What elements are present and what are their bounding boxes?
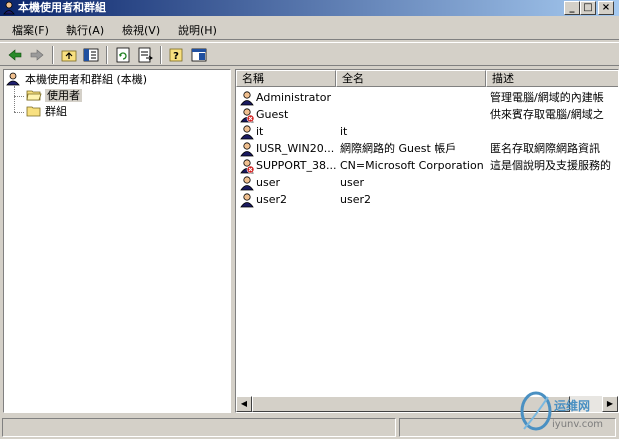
cell-description: 這是個說明及支援服務的 <box>490 159 611 172</box>
disabled-user-icon <box>239 107 255 123</box>
column-header-name[interactable]: 名稱 <box>236 70 336 87</box>
watermark-line2: iyunv.com <box>552 419 604 430</box>
tree-item-groups[interactable]: 群組 <box>26 104 67 120</box>
column-header-fullname[interactable]: 全名 <box>336 70 486 87</box>
tree-item-label: 群組 <box>45 105 67 118</box>
table-row[interactable]: Administrator 管理電腦/網域的內建帳 <box>236 89 618 106</box>
close-button[interactable]: × <box>598 1 614 15</box>
scroll-left-button[interactable]: ◀ <box>236 396 252 412</box>
details-list[interactable]: 名稱 全名 描述 Administrator 管理電腦/網域的內建帳 Guest 供來… <box>235 69 619 413</box>
disabled-user-icon <box>239 158 255 174</box>
cell-name: IUSR_WIN20... <box>256 142 335 155</box>
toolbar-separator <box>160 46 162 64</box>
cell-name: SUPPORT_38... <box>256 159 336 172</box>
users-app-icon <box>2 1 16 15</box>
toolbar: ? <box>0 42 619 66</box>
user-icon <box>239 90 255 106</box>
cell-fullname: user <box>340 176 364 189</box>
table-row[interactable]: it it <box>236 123 618 140</box>
table-row[interactable]: user user <box>236 174 618 191</box>
cell-name: Guest <box>256 108 289 121</box>
maximize-button[interactable]: □ <box>580 1 596 15</box>
site-watermark: 运维网 iyunv.com <box>514 389 619 439</box>
tree-connector <box>14 86 15 112</box>
folder-icon <box>26 104 42 118</box>
back-arrow-icon[interactable] <box>6 46 24 64</box>
user-icon <box>239 141 255 157</box>
menu-file[interactable]: 檔案(F) <box>12 22 49 38</box>
menu-view[interactable]: 檢視(V) <box>122 22 160 38</box>
table-row[interactable]: SUPPORT_38... CN=Microsoft Corporation...… <box>236 157 618 174</box>
minimize-button[interactable]: _ <box>564 1 580 15</box>
tree-root-label: 本機使用者和群組 (本機) <box>25 73 148 86</box>
table-row[interactable]: IUSR_WIN20... 網際網路的 Guest 帳戶 匿名存取網際網路資訊 <box>236 140 618 157</box>
console-tree[interactable]: 本機使用者和群組 (本機) 使用者 群組 <box>3 69 231 413</box>
tree-item-label: 使用者 <box>45 89 82 102</box>
cell-name: user <box>256 176 280 189</box>
svg-text:?: ? <box>173 51 179 62</box>
user-icon <box>239 124 255 140</box>
user-icon <box>239 175 255 191</box>
tree-connector <box>14 112 24 113</box>
cell-fullname: 網際網路的 Guest 帳戶 <box>340 142 457 155</box>
tree-connector <box>14 96 24 97</box>
forward-arrow-icon[interactable] <box>28 46 46 64</box>
status-cell-main <box>2 418 396 437</box>
cell-description: 匿名存取網際網路資訊 <box>490 142 600 155</box>
cell-name: user2 <box>256 193 287 206</box>
cell-description: 管理電腦/網域的內建帳 <box>490 91 604 104</box>
show-tree-icon[interactable] <box>82 46 100 64</box>
menu-action[interactable]: 執行(A) <box>66 22 104 38</box>
up-folder-icon[interactable] <box>60 46 78 64</box>
user-icon <box>239 192 255 208</box>
table-row[interactable]: Guest 供來賓存取電腦/網域之 <box>236 106 618 123</box>
toolbar-separator <box>52 46 54 64</box>
users-groups-icon <box>6 72 22 86</box>
tree-root[interactable]: 本機使用者和群組 (本機) <box>6 72 147 88</box>
cell-description: 供來賓存取電腦/網域之 <box>490 108 604 121</box>
cell-name: it <box>256 125 264 138</box>
column-header-description[interactable]: 描述 <box>486 70 618 87</box>
help-icon[interactable]: ? <box>168 46 186 64</box>
menu-bar: 檔案(F) 執行(A) 檢視(V) 說明(H) <box>0 18 619 40</box>
tree-item-users[interactable]: 使用者 <box>26 88 82 104</box>
export-list-icon[interactable] <box>136 46 154 64</box>
refresh-icon[interactable] <box>114 46 132 64</box>
cell-fullname: CN=Microsoft Corporation... <box>340 159 484 172</box>
toolbar-separator <box>106 46 108 64</box>
cell-name: Administrator <box>256 91 331 104</box>
cell-fullname: it <box>340 125 348 138</box>
watermark-line1: 运维网 <box>554 399 591 413</box>
window-title: 本機使用者和群組 <box>18 1 106 14</box>
watermark-logo-icon <box>520 391 552 431</box>
menu-help[interactable]: 說明(H) <box>178 22 217 38</box>
table-row[interactable]: user2 user2 <box>236 191 618 208</box>
folder-open-icon <box>26 88 42 102</box>
cell-fullname: user2 <box>340 193 371 206</box>
properties-icon[interactable] <box>190 46 208 64</box>
title-bar[interactable]: 本機使用者和群組 _ □ × <box>0 0 619 16</box>
